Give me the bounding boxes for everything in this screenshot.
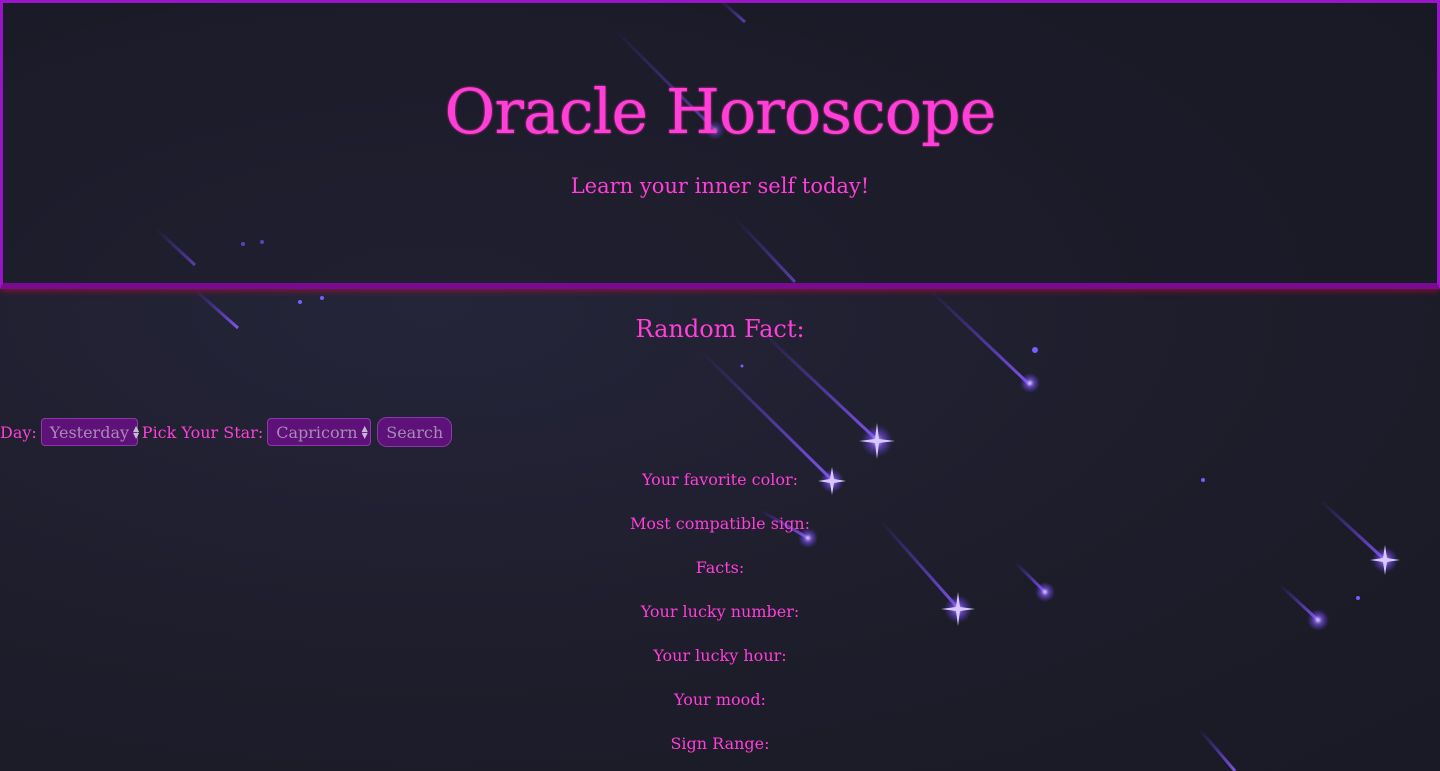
page-subtitle: Learn your inner self today! <box>570 174 870 198</box>
star-label: Pick Your Star: <box>141 422 264 442</box>
star-select-value: Capricorn <box>276 422 358 442</box>
results-list: Your favorite color: Most compatible sig… <box>0 469 1440 771</box>
star-dot <box>298 300 302 304</box>
facts-label: Facts: <box>695 558 745 577</box>
lucky-hour-label: Your lucky hour: <box>653 646 787 665</box>
select-arrows-icon: ▲ ▼ <box>133 424 140 440</box>
select-arrows-icon: ▲ ▼ <box>361 424 368 440</box>
mood-label: Your mood: <box>674 690 766 709</box>
search-controls: Day: Yesterday ▲ ▼ Pick Your Star: Capric… <box>0 417 453 447</box>
header-banner: Oracle Horoscope Learn your inner self t… <box>0 0 1440 289</box>
day-select-value: Yesterday <box>49 422 130 442</box>
star-select[interactable]: Capricorn ▲ ▼ <box>267 418 372 446</box>
lucky-number-label: Your lucky number: <box>640 602 800 621</box>
star-dot <box>320 296 324 300</box>
day-label: Day: <box>0 422 37 442</box>
day-select[interactable]: Yesterday ▲ ▼ <box>40 418 140 446</box>
random-fact-heading: Random Fact: <box>635 315 805 343</box>
page: Oracle Horoscope Learn your inner self t… <box>0 0 1440 771</box>
page-title: Oracle Horoscope <box>444 75 997 148</box>
sign-range-label: Sign Range: <box>670 734 770 753</box>
favorite-color-label: Your favorite color: <box>641 470 799 489</box>
shooting-star <box>758 328 895 459</box>
star-dot <box>740 364 744 368</box>
star-dot <box>1032 347 1038 353</box>
search-button[interactable]: Search <box>377 417 453 447</box>
compatible-sign-label: Most compatible sign: <box>629 514 810 533</box>
